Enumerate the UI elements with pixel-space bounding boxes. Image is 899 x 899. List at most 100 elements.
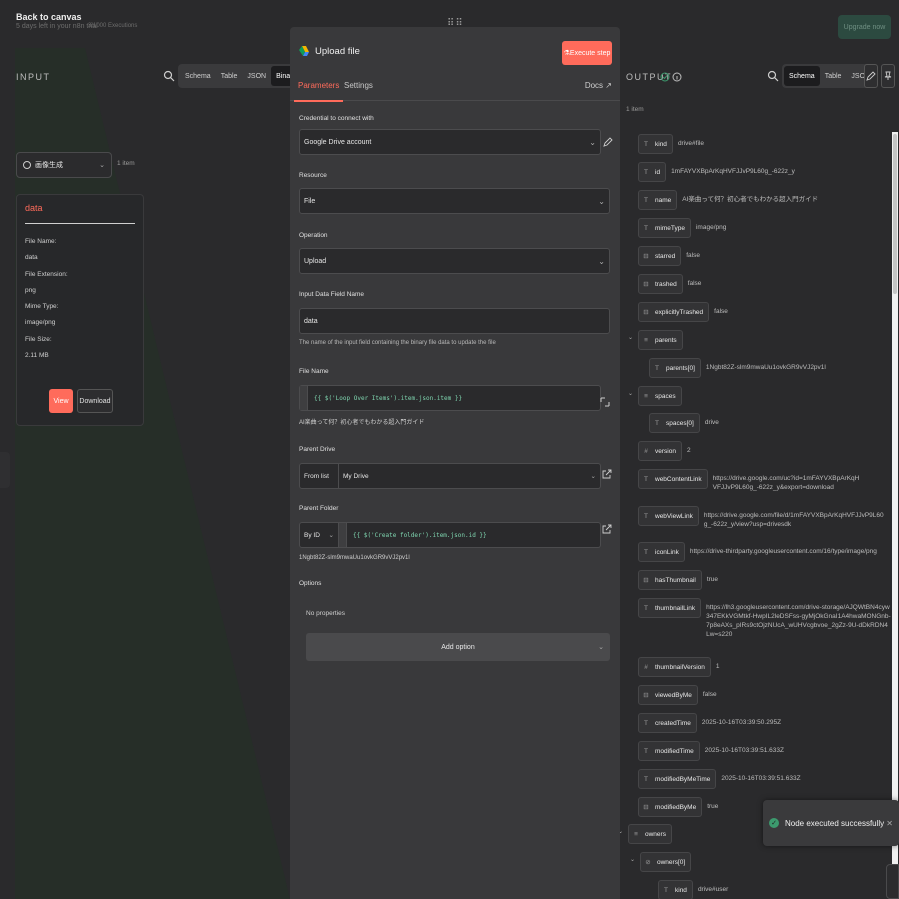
parent-folder-expression[interactable]: {{ $('Create folder').item.json.id }} (339, 522, 601, 548)
schema-key[interactable]: ⊟ viewedByMe (638, 685, 698, 705)
schema-key[interactable]: TmodifiedByMeTime (638, 769, 717, 789)
schema-key[interactable]: TmimeType (638, 218, 691, 238)
schema-field[interactable]: TmimeType image/png (638, 218, 726, 238)
schema-field[interactable]: ⊘ owners[0] (640, 852, 692, 872)
search-icon[interactable] (767, 70, 779, 82)
edit-icon[interactable] (603, 137, 613, 147)
collapse-caret-icon[interactable]: ⌄ (630, 856, 635, 863)
ai-assistant-button[interactable] (886, 864, 899, 899)
schema-key-label: explicitlyTrashed (655, 308, 704, 316)
search-icon[interactable] (163, 70, 175, 82)
file-name-expression[interactable]: {{ $('Loop Over Items').item.json.item }… (299, 385, 601, 411)
chevron-down-icon: ⌄ (589, 137, 596, 147)
tab-parameters[interactable]: Parameters (293, 81, 344, 102)
collapse-caret-icon[interactable]: ⌄ (620, 828, 623, 835)
schema-key[interactable]: Tkind (658, 880, 693, 899)
schema-field[interactable]: Tid 1mFAYVXBpArKqHVFJJvP9L60g_-622z_y (638, 162, 795, 182)
schema-key[interactable]: Tparents[0] (649, 358, 701, 378)
schema-field[interactable]: ⊟ modifiedByMe true (638, 797, 718, 817)
schema-field[interactable]: # version 2 (638, 441, 691, 461)
type-icon: T (644, 548, 648, 556)
schema-field[interactable]: ≡ spaces (638, 386, 682, 406)
schema-field[interactable]: TwebViewLink https://drive.google.com/fil… (638, 506, 886, 529)
schema-key[interactable]: Tname (638, 190, 678, 210)
schema-key-label: thumbnailVersion (655, 663, 705, 671)
docs-link[interactable]: Docs ↗ (585, 81, 612, 90)
external-link-icon[interactable] (602, 524, 612, 534)
output-scrollbar-thumb[interactable] (893, 134, 897, 294)
schema-key[interactable]: ⊟ hasThumbnail (638, 570, 702, 590)
external-link-icon[interactable] (602, 469, 612, 479)
view-button[interactable]: View (49, 389, 73, 413)
schema-key[interactable]: Tkind (638, 134, 673, 154)
input-field-input[interactable]: data (299, 308, 610, 334)
schema-value: drive (704, 419, 719, 426)
schema-field[interactable]: ⊟ explicitlyTrashed false (638, 302, 728, 322)
schema-key[interactable]: # thumbnailVersion (638, 657, 711, 677)
schema-key[interactable]: ≡ parents (638, 330, 683, 350)
fingerprint-icon[interactable] (0, 452, 10, 488)
schema-field[interactable]: ⊟ viewedByMe false (638, 685, 717, 705)
schema-key[interactable]: Tid (638, 162, 667, 182)
output-view-schema[interactable]: Schema (784, 66, 820, 86)
schema-key[interactable]: TiconLink (638, 542, 685, 562)
schema-key[interactable]: TthumbnailLink (638, 598, 702, 618)
parent-drive-mode[interactable]: From list (299, 463, 339, 489)
upgrade-button[interactable]: Upgrade now (838, 15, 891, 39)
schema-field[interactable]: TcreatedTime 2025-10-16T03:39:50.295Z (638, 713, 781, 733)
schema-key[interactable]: TmodifiedTime (638, 741, 700, 761)
schema-field[interactable]: TmodifiedTime 2025-10-16T03:39:51.633Z (638, 741, 784, 761)
close-icon[interactable]: ✕ (886, 819, 893, 828)
input-view-json[interactable]: JSON (242, 66, 271, 86)
schema-key[interactable]: Tspaces[0] (649, 413, 700, 433)
schema-field[interactable]: # thumbnailVersion 1 (638, 657, 720, 677)
schema-key[interactable]: ⊟ explicitlyTrashed (638, 302, 710, 322)
schema-field[interactable]: Tkind drive#user (658, 880, 728, 899)
schema-key[interactable]: ⊘ owners[0] (640, 852, 692, 872)
input-view-table[interactable]: Table (216, 66, 243, 86)
output-view-table[interactable]: Table (820, 66, 847, 86)
schema-field[interactable]: TwebContentLink https://drive.google.com/… (638, 469, 863, 492)
execute-step-button[interactable]: ⚗ Execute step (562, 41, 612, 65)
schema-field[interactable]: ≡ owners (628, 824, 672, 844)
edit-output-button[interactable] (864, 64, 878, 88)
collapse-caret-icon[interactable]: ⌄ (628, 390, 633, 397)
schema-field[interactable]: ⊟ starred false (638, 246, 700, 266)
parent-folder-mode[interactable]: By ID ⌄ (299, 522, 339, 548)
input-view-binary[interactable]: Binary (271, 66, 290, 86)
back-to-canvas-link[interactable]: Back to canvas (16, 12, 82, 22)
parent-folder-expr: {{ $('Create folder').item.json.id }} (353, 531, 487, 539)
schema-key[interactable]: TwebViewLink (638, 506, 699, 526)
schema-field[interactable]: TiconLink https://drive-thirdparty.google… (638, 542, 877, 562)
schema-key[interactable]: TwebContentLink (638, 469, 708, 489)
add-option-button[interactable]: Add option ⌄ (306, 633, 610, 661)
credential-select[interactable]: Google Drive account ⌄ (299, 129, 601, 155)
schema-key[interactable]: ⊟ modifiedByMe (638, 797, 703, 817)
schema-field[interactable]: Tspaces[0] drive (649, 413, 719, 433)
schema-key[interactable]: # version (638, 441, 682, 461)
tab-settings[interactable]: Settings (344, 81, 373, 90)
schema-key[interactable]: ⊟ trashed (638, 274, 683, 294)
parent-drive-select[interactable]: My Drive ⌄ (339, 463, 601, 489)
expand-expression-icon[interactable] (600, 397, 610, 407)
info-icon[interactable] (672, 72, 682, 82)
collapse-caret-icon[interactable]: ⌄ (628, 334, 633, 341)
schema-key[interactable]: ⊟ starred (638, 246, 682, 266)
schema-field[interactable]: TmodifiedByMeTime 2025-10-16T03:39:51.633… (638, 769, 801, 789)
schema-key[interactable]: TcreatedTime (638, 713, 697, 733)
resource-select[interactable]: File ⌄ (299, 188, 610, 214)
pin-output-button[interactable] (881, 64, 895, 88)
schema-field[interactable]: Tname AI楽曲って何？初心者でもわかる超入門ガイド (638, 190, 818, 210)
schema-field[interactable]: TthumbnailLink https://lh3.googleusercont… (638, 598, 891, 639)
schema-field[interactable]: ≡ parents (638, 330, 683, 350)
schema-key[interactable]: ≡ owners (628, 824, 672, 844)
input-view-schema[interactable]: Schema (180, 66, 216, 86)
schema-field[interactable]: ⊟ trashed false (638, 274, 701, 294)
schema-key[interactable]: ≡ spaces (638, 386, 682, 406)
schema-field[interactable]: Tparents[0] 1Ngbt82Z-slm9mwaUu1ovkGR9vVJ2… (649, 358, 826, 378)
operation-select[interactable]: Upload ⌄ (299, 248, 610, 274)
input-node-select[interactable]: 画像生成 ⌄ (16, 152, 112, 178)
schema-field[interactable]: ⊟ hasThumbnail true (638, 570, 718, 590)
download-button[interactable]: Download (77, 389, 113, 413)
schema-field[interactable]: Tkind drive#file (638, 134, 704, 154)
